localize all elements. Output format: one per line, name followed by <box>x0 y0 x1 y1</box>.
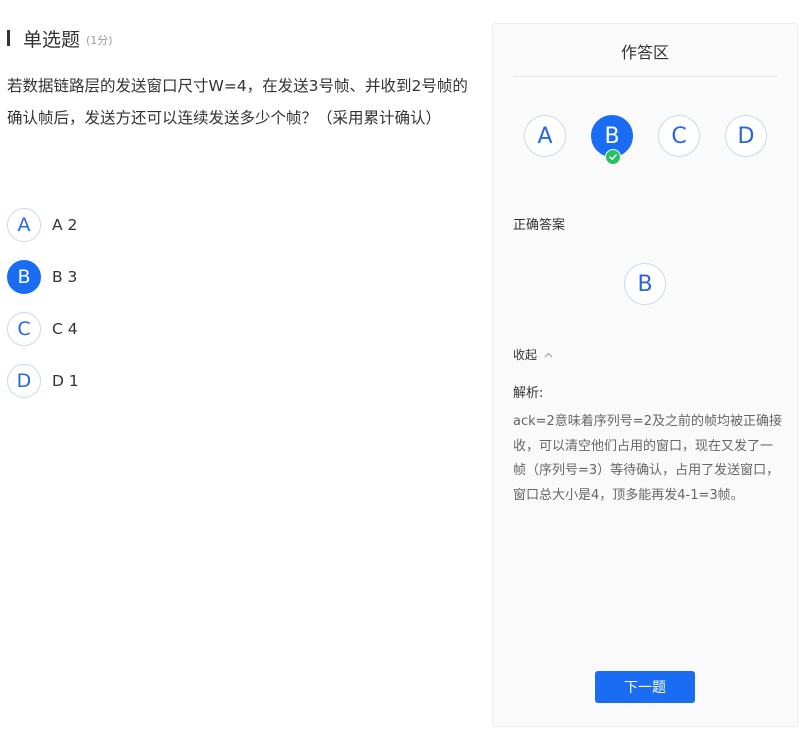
panel-divider <box>513 76 777 77</box>
option-c-text: C 4 <box>52 320 78 338</box>
option-d-letter[interactable]: D <box>7 364 41 398</box>
option-b[interactable]: B B 3 <box>7 260 79 294</box>
option-c-letter[interactable]: C <box>7 312 41 346</box>
option-a-text: A 2 <box>52 216 78 234</box>
explanation-label: 解析: <box>513 386 544 401</box>
chevron-up-icon <box>544 352 553 357</box>
answer-choice-d[interactable]: D <box>725 115 767 157</box>
correct-answer-badge: B <box>624 263 666 305</box>
answer-choice-a[interactable]: A <box>524 115 566 157</box>
question-text: 若数据链路层的发送窗口尺寸W=4，在发送3号帧、并收到2号帧的确认帧后，发送方还… <box>7 77 468 127</box>
option-a-letter[interactable]: A <box>7 208 41 242</box>
correct-answer-label: 正确答案 <box>513 218 566 233</box>
option-d-text: D 1 <box>52 372 79 390</box>
answer-choice-b-letter: B <box>604 123 620 149</box>
check-circle-icon <box>605 149 621 165</box>
collapse-toggle[interactable]: 收起 <box>513 346 553 363</box>
answer-choice-b[interactable]: B <box>591 115 633 165</box>
next-question-button[interactable]: 下一题 <box>595 671 695 703</box>
explanation-text: ack=2意味着序列号=2及之前的帧均被正确接收，可以清空他们占用的窗口，现在又… <box>513 414 782 503</box>
option-d[interactable]: D D 1 <box>7 364 79 398</box>
answer-panel: 作答区 A B C D 正确答案 B 收起 解析: ack=2意味着序列号=2及… <box>492 23 798 727</box>
option-b-letter[interactable]: B <box>7 260 41 294</box>
collapse-label: 收起 <box>513 348 538 362</box>
question-header: 单选题 (1分) <box>7 27 113 51</box>
option-b-text: B 3 <box>52 268 78 286</box>
question-score: (1分) <box>86 34 113 47</box>
answer-choices: A B C D <box>524 115 792 165</box>
title-accent-bar <box>7 30 10 46</box>
option-a[interactable]: A A 2 <box>7 208 79 242</box>
option-c[interactable]: C C 4 <box>7 312 79 346</box>
question-type: 单选题 <box>23 28 81 51</box>
option-list: A A 2 B B 3 C C 4 D D 1 <box>7 208 79 416</box>
panel-title: 作答区 <box>620 43 669 62</box>
answer-choice-c[interactable]: C <box>658 115 700 157</box>
